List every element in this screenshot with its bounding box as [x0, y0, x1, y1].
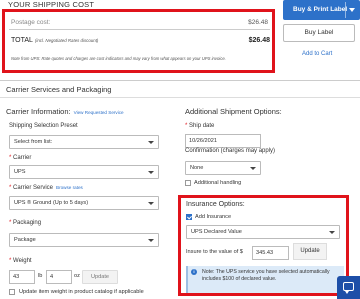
- shipping-cost-title: YOUR SHIPPING COST: [8, 0, 95, 9]
- carrier-info-title: Carrier Information: View Requested Servi…: [6, 107, 124, 116]
- insure-value: 345.43: [256, 250, 274, 256]
- confirmation-label: Confirmation (charges may apply): [185, 148, 276, 154]
- shipping-cost-box: Postage cost: $26.48 TOTAL (incl. Negotia…: [2, 9, 275, 73]
- additional-handling-checkbox[interactable]: [185, 180, 191, 186]
- carrier-label: * Carrier: [9, 155, 32, 161]
- carrier-service-select-value: UPS ® Ground (Up to 5 days): [14, 200, 89, 206]
- additional-options-title: Additional Shipment Options:: [185, 107, 282, 116]
- packaging-label-text: Packaging: [13, 220, 42, 226]
- chat-bubble-icon: [343, 282, 354, 294]
- total-value: $26.48: [248, 37, 270, 44]
- preset-label: Shipping Selection Preset: [9, 123, 78, 129]
- divider: [0, 97, 360, 98]
- total-sublabel: (incl. Negotiated Rates discount): [34, 38, 99, 43]
- weight-lb-unit: lb: [38, 273, 43, 279]
- insurance-note: i Note: The UPS service you have selecte…: [186, 266, 344, 293]
- packaging-select[interactable]: Package: [9, 233, 159, 247]
- shipping-cost-panel: YOUR SHIPPING COST Postage cost: $26.48 …: [0, 0, 276, 74]
- packaging-label: * Packaging: [9, 220, 42, 226]
- insure-value-label: Insure to the value of $: [186, 249, 243, 255]
- info-icon: i: [191, 269, 197, 275]
- chevron-down-icon: [250, 167, 256, 170]
- chat-button[interactable]: [337, 276, 360, 299]
- chevron-down-icon: [148, 239, 154, 242]
- divider: [0, 80, 360, 81]
- postage-row: Postage cost: $26.48: [9, 16, 270, 30]
- carrier-service-select[interactable]: UPS ® Ground (Up to 5 days): [9, 196, 159, 210]
- weight-oz-input[interactable]: 4: [46, 270, 72, 284]
- chevron-down-icon: [148, 202, 154, 205]
- weight-lb-input[interactable]: 43: [9, 270, 35, 284]
- total-row: TOTAL (incl. Negotiated Rates discount) $…: [11, 37, 270, 49]
- chevron-down-icon[interactable]: [349, 8, 355, 12]
- carrier-service-label: * Carrier Service Browse rates: [9, 185, 83, 191]
- weight-lb-value: 43: [13, 274, 20, 280]
- weight-label-text: Weight: [13, 258, 32, 264]
- cost-note: Note from UPS: Rate quotes and charges a…: [11, 56, 226, 61]
- add-insurance-checkbox[interactable]: [186, 214, 192, 220]
- carrier-select[interactable]: UPS: [9, 165, 159, 179]
- add-to-cart-link[interactable]: Add to Cart: [302, 51, 332, 57]
- carrier-label-text: Carrier: [13, 155, 32, 161]
- update-catalog-label: Update item weight in product catalog if…: [19, 289, 144, 295]
- carrier-service-label-text: Carrier Service: [13, 185, 54, 191]
- insure-value-input[interactable]: 345.43: [252, 246, 289, 260]
- preset-select-value: Select from list:: [14, 139, 53, 145]
- preset-select[interactable]: Select from list:: [9, 135, 159, 149]
- additional-handling-label: Additional handling: [194, 180, 242, 186]
- add-insurance-label: Add Insurance: [195, 214, 232, 220]
- weight-oz-value: 4: [50, 274, 54, 280]
- chevron-down-icon: [148, 171, 154, 174]
- insurance-provider-select[interactable]: UPS Declared Value: [186, 225, 340, 239]
- insurance-provider-value: UPS Declared Value: [191, 229, 242, 235]
- buy-print-label-button[interactable]: Buy & Print Label: [283, 0, 360, 20]
- packaging-select-value: Package: [14, 237, 36, 243]
- insurance-update-button[interactable]: Update: [293, 243, 327, 260]
- ship-date-input[interactable]: 10/26/2021: [185, 134, 261, 148]
- button-divider: [345, 2, 346, 18]
- confirmation-select[interactable]: None: [185, 161, 261, 175]
- insurance-title: Insurance Options:: [186, 201, 245, 208]
- insurance-options-box: Insurance Options: Add Insurance UPS Dec…: [178, 195, 349, 296]
- total-label-text: TOTAL: [11, 37, 33, 44]
- weight-update-button[interactable]: Update: [82, 270, 118, 284]
- update-catalog-checkbox[interactable]: [9, 289, 15, 295]
- postage-value: $26.48: [248, 19, 268, 26]
- chevron-down-icon: [329, 231, 335, 234]
- buy-print-label-text: Buy & Print Label: [293, 6, 348, 13]
- browse-rates-link[interactable]: Browse rates: [56, 185, 83, 190]
- weight-label: * Weight: [9, 258, 32, 264]
- ship-date-label: * Ship date: [185, 123, 215, 129]
- carrier-select-value: UPS: [14, 169, 26, 175]
- chevron-down-icon: [148, 141, 154, 144]
- buy-label-button[interactable]: Buy Label: [283, 24, 355, 42]
- total-label: TOTAL (incl. Negotiated Rates discount): [11, 37, 98, 44]
- ship-date-label-text: Ship date: [189, 123, 215, 129]
- confirmation-select-value: None: [190, 165, 204, 171]
- weight-oz-unit: oz: [74, 273, 80, 279]
- view-requested-service-link[interactable]: View Requested Service: [74, 110, 124, 115]
- postage-label: Postage cost:: [11, 19, 51, 26]
- section-title: Carrier Services and Packaging: [6, 85, 112, 94]
- insurance-note-text: Note: The UPS service you have selected …: [202, 269, 330, 282]
- ship-date-value: 10/26/2021: [189, 138, 217, 144]
- carrier-info-title-text: Carrier Information:: [6, 107, 71, 116]
